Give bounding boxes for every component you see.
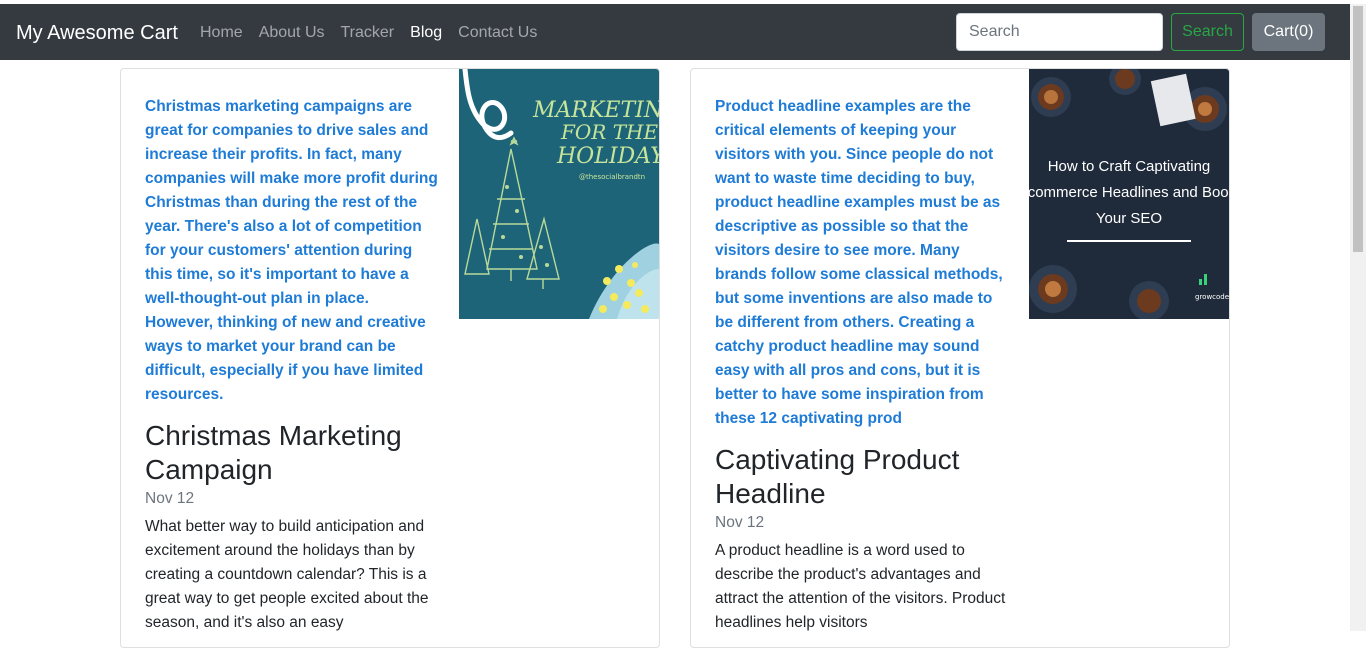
blog-post-excerpt: Product headline examples are the critic… xyxy=(715,98,1003,427)
image-text-line3: HOLIDAYS xyxy=(556,144,659,169)
cart-button[interactable]: Cart(0) xyxy=(1252,13,1325,51)
nav-link-tracker[interactable]: Tracker xyxy=(341,24,395,42)
blog-post-description: What better way to build anticipation an… xyxy=(145,518,429,631)
top-navbar: My Awesome Cart Home About Us Tracker Bl… xyxy=(0,4,1350,60)
blog-post-image[interactable]: MARKETING FOR THE HOLIDAYS @thesocialbra… xyxy=(459,69,659,319)
image-text-logo: growcode xyxy=(1195,293,1229,301)
brand-logo[interactable]: My Awesome Cart xyxy=(16,21,178,45)
nav-link-blog[interactable]: Blog xyxy=(410,24,442,42)
blog-post-description: A product headline is a word used to des… xyxy=(715,542,1006,631)
nav-link-about-us[interactable]: About Us xyxy=(259,24,325,42)
image-text-line2: FOR THE xyxy=(560,120,658,144)
blog-post-card: Product headline examples are the critic… xyxy=(690,68,1230,648)
search-input[interactable] xyxy=(956,13,1163,51)
image-text-handle: @thesocialbrandtn xyxy=(579,173,645,181)
blog-post-title[interactable]: Captivating Product Headline xyxy=(715,443,1010,511)
image-text-line3: Your SEO xyxy=(1096,210,1162,227)
blog-post-date: Nov 12 xyxy=(715,514,765,531)
page-scrollbar[interactable] xyxy=(1350,4,1366,631)
blog-post-image[interactable]: How to Craft Captivating Ecommerce Headl… xyxy=(1029,69,1229,319)
scrollbar-thumb[interactable] xyxy=(1353,6,1363,252)
nav-links: Home About Us Tracker Blog Contact Us xyxy=(200,24,553,42)
blog-post-excerpt: Christmas marketing campaigns are great … xyxy=(145,98,438,403)
image-text-line2: Ecommerce Headlines and Boost xyxy=(1029,184,1229,201)
nav-link-contact-us[interactable]: Contact Us xyxy=(458,24,537,42)
blog-post-date: Nov 12 xyxy=(145,490,195,507)
blog-post-body: Christmas marketing campaigns are great … xyxy=(145,95,440,635)
search-button[interactable]: Search xyxy=(1171,13,1244,51)
nav-link-home[interactable]: Home xyxy=(200,24,243,42)
blog-post-body: Product headline examples are the critic… xyxy=(715,95,1010,635)
blog-post-title[interactable]: Christmas Marketing Campaign xyxy=(145,419,440,487)
blog-post-card: Christmas marketing campaigns are great … xyxy=(120,68,660,648)
image-text-line1: How to Craft Captivating xyxy=(1048,158,1211,175)
